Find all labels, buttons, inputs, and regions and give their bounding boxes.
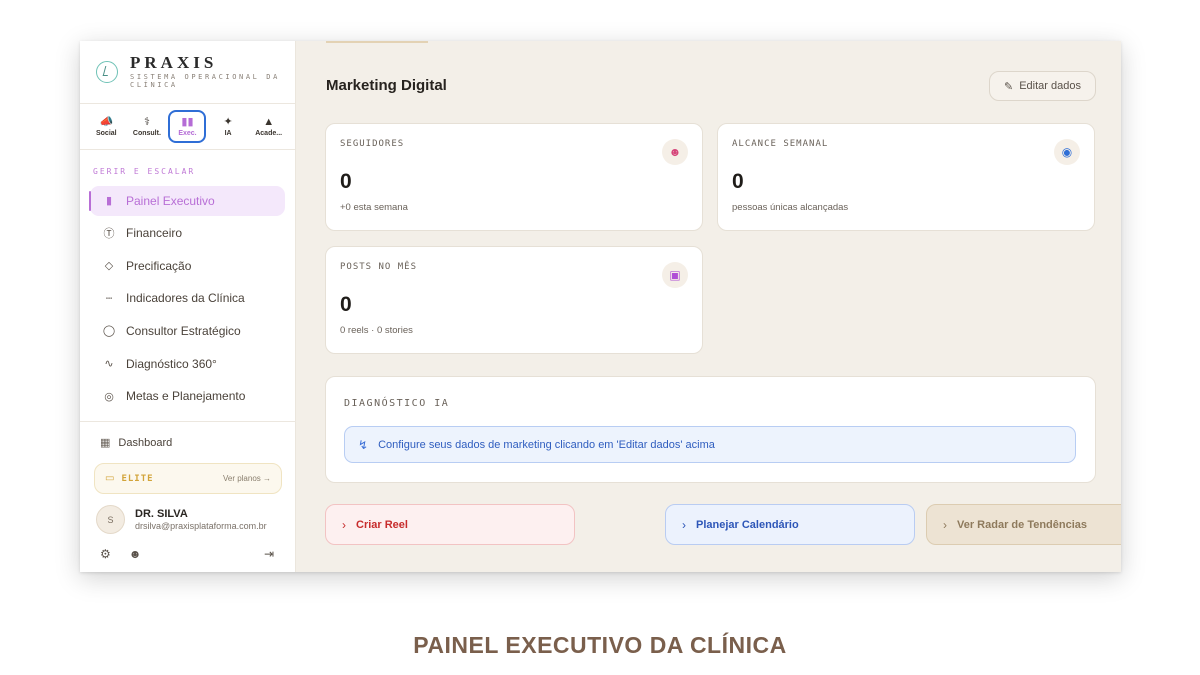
eye-icon: ◉	[1054, 139, 1080, 165]
edit-data-button[interactable]: ✎ Editar dados	[989, 71, 1096, 101]
create-reel-button[interactable]: › Criar Reel	[325, 504, 575, 545]
user-name: DR. SILVA	[135, 508, 188, 520]
view-plans-link[interactable]: Ver planos →	[223, 474, 271, 483]
grid-icon: ▦	[100, 437, 111, 449]
bar-chart-icon: ┄	[105, 292, 113, 305]
dashboard-label: Dashboard	[118, 436, 173, 449]
edit-data-label: Editar dados	[1019, 80, 1081, 92]
sidebar-item-indicadores[interactable]: ┄ Indicadores da Clínica	[90, 283, 285, 313]
sidebar-item-label: Painel Executivo	[126, 193, 215, 208]
footer-actions: ⚙ ☻ ⇥	[80, 534, 296, 561]
dashboard-link[interactable]: ▦ Dashboard	[80, 422, 296, 463]
tab-label: Acade...	[255, 130, 283, 137]
dollar-circle-icon: Ⓣ	[103, 228, 115, 241]
plan-tier: ELITE	[121, 473, 154, 484]
main-content: Marketing Digital ✎ Editar dados SEGUIDO…	[296, 41, 1121, 572]
diagnostic-card: DIAGNÓSTICO IA ↯ Configure seus dados de…	[325, 376, 1096, 483]
stat-value: 0	[732, 170, 744, 193]
diagnostic-message: Configure seus dados de marketing clican…	[378, 438, 715, 451]
stat-value: 0	[340, 170, 352, 193]
gear-icon[interactable]: ⚙	[100, 547, 111, 561]
page-caption: PAINEL EXECUTIVO DA CLÍNICA	[413, 632, 787, 658]
sidebar-item-consultor[interactable]: ◯ Consultor Estratégico	[90, 316, 285, 346]
camera-icon: ▣	[662, 262, 688, 288]
sparkles-icon: ✦	[223, 116, 233, 128]
page-title: Marketing Digital	[326, 77, 447, 94]
graduation-cap-icon: ▲	[263, 116, 275, 128]
bar-chart-icon: ▮	[105, 195, 113, 208]
tab-social[interactable]: 📣 Social	[87, 110, 125, 143]
chevron-right-icon: ›	[943, 517, 947, 532]
logout-icon[interactable]: ⇥	[264, 547, 274, 561]
sidebar-footer: ▦ Dashboard ▭ ELITE Ver planos → S DR. S…	[80, 421, 296, 561]
lightning-icon: ↯	[358, 437, 369, 452]
sidebar-item-label: Metas e Planejamento	[126, 389, 246, 404]
brand-name: PRAXIS	[130, 53, 218, 72]
chevron-right-icon: ›	[682, 517, 686, 532]
stat-card-posts: POSTS NO MÊS ▣ 0 0 reels · 0 stories	[325, 246, 703, 354]
stethoscope-icon: ⚕	[143, 116, 150, 128]
sidebar-item-diagnostico[interactable]: ∿ Diagnóstico 360°	[90, 349, 285, 379]
tab-academy[interactable]: ▲ Acade...	[250, 110, 288, 143]
avatar[interactable]: S	[96, 505, 125, 534]
stat-sub: +0 esta semana	[340, 202, 408, 213]
stat-label: SEGUIDORES	[340, 139, 405, 149]
lightbulb-icon: ◯	[102, 325, 116, 338]
tab-label: Exec.	[178, 130, 197, 137]
tag-icon: ◇	[104, 260, 114, 273]
tab-label: Consult.	[132, 130, 161, 137]
stat-label: ALCANCE SEMANAL	[732, 139, 829, 149]
stat-card-alcance: ALCANCE SEMANAL ◉ 0 pessoas únicas alcan…	[717, 123, 1095, 231]
sidebar-item-label: Indicadores da Clínica	[126, 291, 245, 306]
target-icon: ◎	[104, 390, 114, 403]
stat-value: 0	[340, 293, 352, 316]
sidebar-item-financeiro[interactable]: Ⓣ Financeiro	[90, 218, 285, 248]
plan-calendar-button[interactable]: › Planejar Calendário	[665, 504, 915, 545]
section-label: GERIR E ESCALAR	[93, 167, 196, 176]
sidebar-item-label: Consultor Estratégico	[126, 323, 241, 338]
plan-badge: ▭ ELITE Ver planos →	[94, 463, 282, 494]
bar-chart-icon: ▮▮	[181, 116, 194, 128]
sidebar-nav: ▮ Painel Executivo Ⓣ Financeiro ◇ Precif…	[80, 185, 295, 412]
tab-exec[interactable]: ▮▮ Exec.	[168, 110, 207, 143]
user-email: drsilva@praxisplataforma.com.br	[135, 521, 267, 531]
pencil-icon: ✎	[1004, 80, 1014, 93]
sidebar: PRAXIS SISTEMA OPERACIONAL DA CLÍNICA 📣 …	[80, 41, 296, 572]
megaphone-icon: 📣	[99, 116, 114, 128]
diagnostic-alert: ↯ Configure seus dados de marketing clic…	[344, 426, 1076, 463]
stat-sub: pessoas únicas alcançadas	[732, 202, 849, 213]
chevron-right-icon: ›	[342, 517, 346, 532]
sidebar-item-painel-executivo[interactable]: ▮ Painel Executivo	[89, 185, 285, 216]
activity-icon: ∿	[104, 358, 114, 371]
stat-sub: 0 reels · 0 stories	[340, 325, 413, 336]
tab-label: Social	[95, 130, 117, 137]
module-tabs: 📣 Social ⚕ Consult. ▮▮ Exec. ✦ IA ▲ Acad…	[80, 104, 295, 150]
user-profile: S DR. SILVA drsilva@praxisplataforma.com…	[80, 494, 296, 534]
brand: PRAXIS SISTEMA OPERACIONAL DA CLÍNICA	[80, 41, 295, 104]
tab-ia[interactable]: ✦ IA	[209, 110, 247, 143]
diagnostic-label: DIAGNÓSTICO IA	[344, 398, 450, 409]
stat-label: POSTS NO MÊS	[340, 262, 418, 272]
action-label: Ver Radar de Tendências	[957, 518, 1088, 531]
sidebar-item-label: Financeiro	[126, 226, 183, 241]
tab-indicator	[326, 41, 428, 43]
sidebar-item-metas[interactable]: ◎ Metas e Planejamento	[90, 381, 285, 411]
users-icon: ☻	[662, 139, 688, 165]
brand-subtitle: SISTEMA OPERACIONAL DA CLÍNICA	[130, 73, 280, 89]
card-icon: ▭	[105, 473, 115, 484]
tab-label: IA	[224, 130, 232, 137]
trends-radar-button[interactable]: › Ver Radar de Tendências	[926, 504, 1121, 545]
sidebar-item-label: Precificação	[126, 258, 192, 273]
stat-card-seguidores: SEGUIDORES ☻ 0 +0 esta semana	[325, 123, 703, 231]
praxis-logo-icon	[96, 61, 118, 83]
tab-consult[interactable]: ⚕ Consult.	[128, 110, 166, 143]
action-label: Criar Reel	[356, 518, 408, 531]
action-label: Planejar Calendário	[696, 518, 799, 531]
users-icon[interactable]: ☻	[129, 547, 142, 561]
sidebar-item-precificacao[interactable]: ◇ Precificação	[90, 251, 285, 281]
sidebar-item-label: Diagnóstico 360°	[126, 356, 217, 371]
app-window: PRAXIS SISTEMA OPERACIONAL DA CLÍNICA 📣 …	[80, 41, 1121, 572]
